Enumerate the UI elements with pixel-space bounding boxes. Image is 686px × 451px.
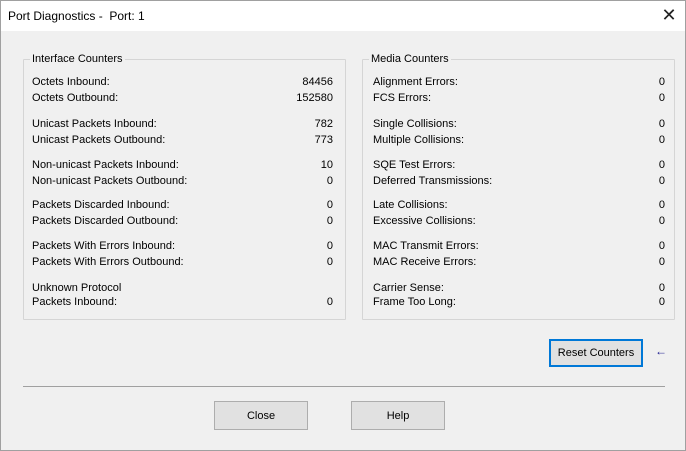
counter-label: Packets Inbound:: [32, 296, 118, 308]
counter-row: Non-unicast Packets Inbound: 10: [32, 158, 333, 172]
counter-label: MAC Receive Errors:: [373, 256, 477, 268]
counter-row: Packets With Errors Inbound: 0: [32, 239, 333, 253]
counter-value: 0: [326, 256, 333, 268]
counter-label: Alignment Errors:: [373, 76, 458, 88]
counter-row: Packets Inbound: 0: [32, 295, 333, 309]
counter-value: 0: [326, 215, 333, 227]
counter-row: Multiple Collisions: 0: [373, 133, 665, 147]
counter-label: Octets Inbound:: [32, 76, 110, 88]
close-icon[interactable]: ✕: [659, 5, 679, 25]
counter-value: 84456: [302, 76, 333, 88]
counter-label: Packets Discarded Inbound:: [32, 199, 170, 211]
counter-row: Octets Inbound: 84456: [32, 75, 333, 89]
counter-label: Unicast Packets Inbound:: [32, 118, 157, 130]
counter-label: Unknown Protocol: [32, 282, 122, 294]
counter-row: MAC Receive Errors: 0: [373, 255, 665, 269]
counter-label: MAC Transmit Errors:: [373, 240, 479, 252]
counter-row: Octets Outbound: 152580: [32, 91, 333, 105]
counter-label: Frame Too Long:: [373, 296, 456, 308]
counter-value: 0: [326, 296, 333, 308]
pointer-arrow-icon: ←: [655, 344, 667, 358]
counter-row: Unicast Packets Inbound: 782: [32, 117, 333, 131]
counter-value: 0: [658, 175, 665, 187]
counter-row: Packets Discarded Inbound: 0: [32, 198, 333, 212]
counter-label: Packets With Errors Inbound:: [32, 240, 176, 252]
counter-row: Non-unicast Packets Outbound: 0: [32, 174, 333, 188]
media-counters-label: Media Counters: [369, 53, 451, 65]
counter-value: 0: [658, 134, 665, 146]
counter-row: Unicast Packets Outbound: 773: [32, 133, 333, 147]
interface-counters-label: Interface Counters: [30, 53, 125, 65]
help-button[interactable]: Help: [351, 401, 445, 430]
counter-row: Single Collisions: 0: [373, 117, 665, 131]
counter-label: Deferred Transmissions:: [373, 175, 493, 187]
separator-line: [23, 386, 665, 387]
counter-label: Non-unicast Packets Outbound:: [32, 175, 188, 187]
counter-label: Multiple Collisions:: [373, 134, 465, 146]
counter-value: 0: [658, 76, 665, 88]
counter-value: 152580: [296, 92, 333, 104]
counter-label: Late Collisions:: [373, 199, 448, 211]
counter-value: 0: [658, 215, 665, 227]
counter-label: SQE Test Errors:: [373, 159, 456, 171]
counter-value: 0: [658, 118, 665, 130]
counter-value: 0: [658, 256, 665, 268]
counter-label: FCS Errors:: [373, 92, 432, 104]
counter-row: Packets With Errors Outbound: 0: [32, 255, 333, 269]
counter-value: 0: [658, 199, 665, 211]
counter-label: Octets Outbound:: [32, 92, 119, 104]
counter-row: Carrier Sense: 0: [373, 281, 665, 295]
counter-value: 0: [658, 282, 665, 294]
counter-label: Non-unicast Packets Inbound:: [32, 159, 179, 171]
counter-row: Alignment Errors: 0: [373, 75, 665, 89]
counter-value: 782: [314, 118, 333, 130]
counter-value: 0: [326, 175, 333, 187]
counter-row: MAC Transmit Errors: 0: [373, 239, 665, 253]
counter-value: 0: [658, 92, 665, 104]
counter-label: Packets Discarded Outbound:: [32, 215, 179, 227]
counter-row: FCS Errors: 0: [373, 91, 665, 105]
counter-row: Late Collisions: 0: [373, 198, 665, 212]
counter-label: Single Collisions:: [373, 118, 457, 130]
counter-value: 10: [320, 159, 333, 171]
counter-label: Packets With Errors Outbound:: [32, 256, 184, 268]
counter-row: Packets Discarded Outbound: 0: [32, 214, 333, 228]
reset-counters-button[interactable]: Reset Counters: [549, 339, 643, 367]
counter-row: Excessive Collisions: 0: [373, 214, 665, 228]
counter-value: 0: [326, 240, 333, 252]
counter-row: Deferred Transmissions: 0: [373, 174, 665, 188]
counter-value: 0: [658, 159, 665, 171]
counter-label: Carrier Sense:: [373, 282, 444, 294]
port-diagnostics-dialog: Port Diagnostics - Port: 1 ✕ Interface C…: [0, 0, 686, 451]
counter-label: Excessive Collisions:: [373, 215, 476, 227]
counter-value: 0: [658, 296, 665, 308]
close-button[interactable]: Close: [214, 401, 308, 430]
window-title: Port Diagnostics - Port: 1: [8, 9, 145, 23]
counter-row: SQE Test Errors: 0: [373, 158, 665, 172]
title-bar: Port Diagnostics - Port: 1 ✕: [1, 1, 685, 31]
counter-row: Unknown Protocol: [32, 281, 333, 295]
counter-value: 0: [326, 199, 333, 211]
counter-row: Frame Too Long: 0: [373, 295, 665, 309]
counter-label: Unicast Packets Outbound:: [32, 134, 166, 146]
counter-value: 0: [658, 240, 665, 252]
counter-value: 773: [314, 134, 333, 146]
